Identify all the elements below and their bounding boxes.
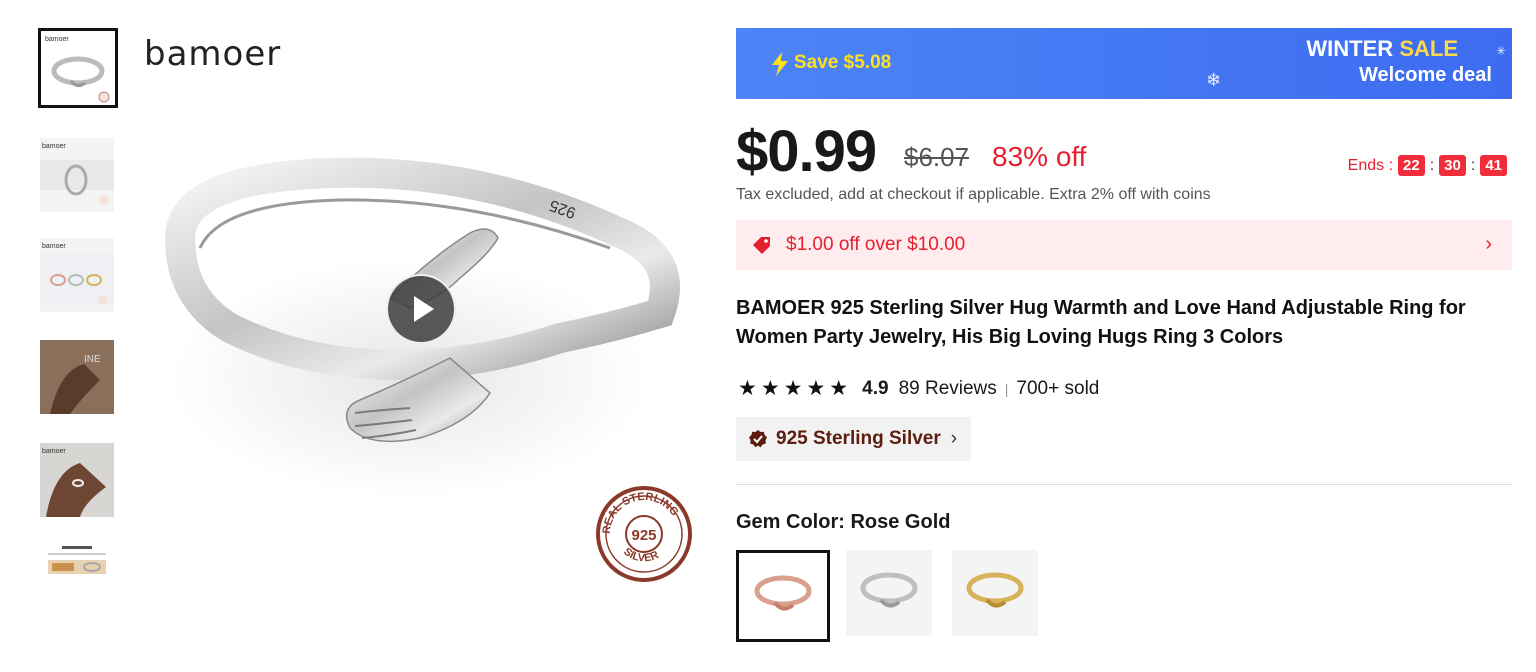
svg-text:bamoer: bamoer: [42, 448, 66, 455]
original-price: $6.07: [904, 142, 970, 172]
countdown-minutes: 30: [1439, 155, 1466, 176]
seal-center: 925: [631, 527, 656, 544]
swatch-silver[interactable]: [846, 550, 932, 636]
product-title: BAMOER 925 Sterling Silver Hug Warmth an…: [736, 297, 1466, 348]
reviews-link[interactable]: 89 Reviews: [899, 378, 997, 400]
material-text: 925 Sterling Silver: [776, 428, 941, 449]
rating-score: 4.9: [862, 377, 889, 399]
promo-banner[interactable]: Save $5.08 WINTER SALE Welcome deal ❄ ✳: [736, 28, 1512, 99]
swatch-rose-gold[interactable]: [736, 550, 830, 642]
svg-text:bamoer: bamoer: [42, 243, 66, 250]
gem-color-label: Gem Color: Rose Gold: [736, 511, 951, 533]
separator: |: [1004, 380, 1009, 397]
countdown-hours: 22: [1398, 155, 1425, 176]
save-amount: Save $5.08: [794, 52, 892, 73]
svg-text:bamoer: bamoer: [42, 143, 66, 150]
swatch-gold[interactable]: [952, 550, 1038, 636]
current-price: $0.99: [736, 119, 877, 184]
countdown-timer: Ends : 22 : 30 : 41: [1348, 155, 1512, 176]
sterling-silver-seal: REAL STERLING 925 SILVER: [596, 486, 692, 582]
lightning-icon: [772, 52, 788, 76]
ends-label: Ends :: [1347, 156, 1394, 174]
thumbnail-1[interactable]: bamoer: [38, 28, 118, 108]
verified-badge-icon: [749, 430, 767, 448]
chevron-right-icon: ›: [1485, 233, 1492, 255]
countdown-seconds: 41: [1480, 155, 1507, 176]
thumbnail-5[interactable]: bamoer: [40, 443, 114, 517]
star-rating-icon: ★★★★★: [738, 377, 853, 400]
play-video-button[interactable]: [386, 274, 456, 344]
tag-icon: [753, 237, 770, 254]
sold-count: 700+ sold: [1016, 377, 1100, 399]
thumbnail-logo: bamoer: [45, 36, 69, 43]
material-badge[interactable]: 925 Sterling Silver ›: [736, 417, 972, 461]
snowflake-icon: ❄: [1206, 70, 1222, 90]
thumbnail-2[interactable]: bamoer: [40, 138, 114, 212]
tax-note: Tax excluded, add at checkout if applica…: [736, 186, 1211, 203]
winter-sale-title: WINTER SALE: [1306, 36, 1458, 61]
coupon-bar[interactable]: $1.00 off over $10.00 ›: [736, 220, 1512, 270]
thumbnail-6[interactable]: [40, 544, 114, 592]
discount-percent: 83% off: [992, 141, 1087, 172]
welcome-deal-text: Welcome deal: [1358, 64, 1492, 86]
chevron-right-icon: ›: [950, 428, 958, 449]
rating-row: ★★★★★ 4.9 89 Reviews | 700+ sold: [738, 376, 1099, 401]
divider: [736, 484, 1512, 485]
thumbnail-4[interactable]: bamoer INE: [40, 340, 114, 414]
main-product-image[interactable]: bamoer 925 REAL STERLING 925 SILVER: [140, 28, 700, 628]
snowflake-icon: ✳: [1496, 44, 1507, 58]
coupon-text: $1.00 off over $10.00: [786, 234, 966, 255]
svg-text:INE: INE: [84, 354, 101, 365]
thumbnail-3[interactable]: bamoer: [40, 238, 114, 312]
